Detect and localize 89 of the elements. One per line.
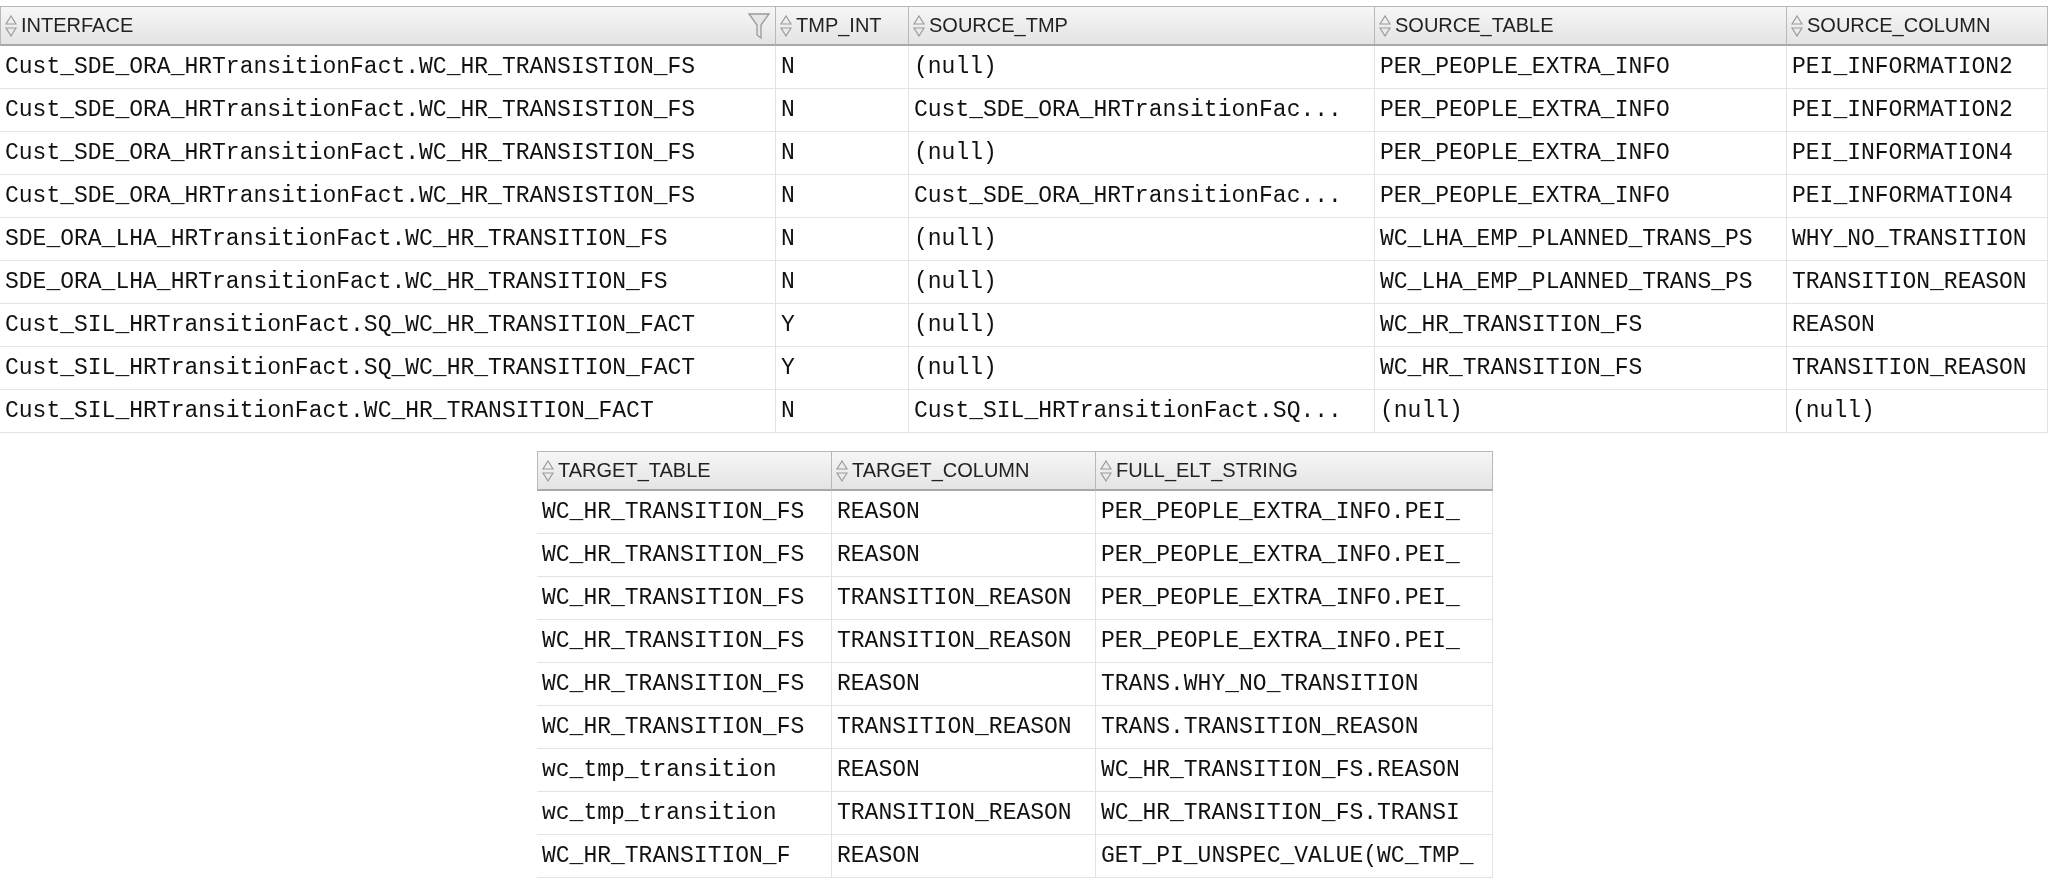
table-cell: PEI_INFORMATION2: [1787, 89, 2048, 132]
table-cell: wc_tmp_transition: [537, 749, 832, 792]
sort-icon: [1379, 14, 1391, 37]
table-cell: REASON: [832, 749, 1096, 792]
table-cell: wc_tmp_transition: [537, 792, 832, 835]
table-cell: Cust_SIL_HRTransitionFact.SQ_WC_HR_TRANSITION_FACT: [0, 347, 776, 390]
table-cell: GET_PI_UNSPEC_VALUE(WC_TMP_: [1096, 835, 1493, 878]
table-cell: Cust_SDE_ORA_HRTransitionFac...: [909, 89, 1375, 132]
table-cell: TRANS.WHY_NO_TRANSITION: [1096, 663, 1493, 706]
table-cell: PER_PEOPLE_EXTRA_INFO.PEI_: [1096, 534, 1493, 577]
table-cell: Cust_SDE_ORA_HRTransitionFact.WC_HR_TRANSISTION_FS: [0, 175, 776, 218]
column-header[interactable]: INTERFACE: [0, 6, 776, 46]
filter-icon[interactable]: [747, 10, 771, 41]
table-cell: (null): [1787, 390, 2048, 433]
table-cell: N: [776, 390, 909, 433]
table-cell: WC_HR_TRANSITION_FS.REASON: [1096, 749, 1493, 792]
table-cell: TRANSITION_REASON: [832, 792, 1096, 835]
table-cell: PER_PEOPLE_EXTRA_INFO: [1375, 46, 1787, 89]
table-cell: PEI_INFORMATION4: [1787, 175, 2048, 218]
sort-icon: [542, 459, 554, 482]
table-cell: TRANSITION_REASON: [1787, 347, 2048, 390]
table-cell: (null): [909, 347, 1375, 390]
table-cell: REASON: [832, 534, 1096, 577]
table-cell: REASON: [832, 835, 1096, 878]
column-header[interactable]: SOURCE_TABLE: [1375, 6, 1787, 46]
table-cell: (null): [1375, 390, 1787, 433]
table-cell: WC_HR_TRANSITION_FS: [537, 620, 832, 663]
table-cell: Cust_SDE_ORA_HRTransitionFact.WC_HR_TRANSISTION_FS: [0, 46, 776, 89]
table-cell: WHY_NO_TRANSITION: [1787, 218, 2048, 261]
sort-icon: [1791, 14, 1803, 37]
column-header[interactable]: SOURCE_TMP: [909, 6, 1375, 46]
table-cell: WC_HR_TRANSITION_FS: [537, 534, 832, 577]
table-cell: N: [776, 218, 909, 261]
table-cell: WC_HR_TRANSITION_FS: [1375, 347, 1787, 390]
table-cell: TRANS.TRANSITION_REASON: [1096, 706, 1493, 749]
table-cell: Cust_SDE_ORA_HRTransitionFact.WC_HR_TRANSISTION_FS: [0, 132, 776, 175]
table-cell: WC_HR_TRANSITION_FS: [537, 577, 832, 620]
table-cell: SDE_ORA_LHA_HRTransitionFact.WC_HR_TRANSITION_FS: [0, 261, 776, 304]
column-header[interactable]: TARGET_COLUMN: [832, 451, 1096, 491]
table-cell: WC_HR_TRANSITION_FS: [537, 663, 832, 706]
table-cell: PER_PEOPLE_EXTRA_INFO: [1375, 89, 1787, 132]
table-cell: (null): [909, 261, 1375, 304]
table-cell: TRANSITION_REASON: [1787, 261, 2048, 304]
table-cell: Cust_SDE_ORA_HRTransitionFac...: [909, 175, 1375, 218]
table-cell: N: [776, 175, 909, 218]
table-cell: WC_HR_TRANSITION_FS: [537, 706, 832, 749]
column-header[interactable]: FULL_ELT_STRING: [1096, 451, 1493, 491]
column-header[interactable]: SOURCE_COLUMN: [1787, 6, 2048, 46]
sort-icon: [1100, 459, 1112, 482]
table-cell: N: [776, 46, 909, 89]
column-header[interactable]: TMP_INT: [776, 6, 909, 46]
table-cell: SDE_ORA_LHA_HRTransitionFact.WC_HR_TRANSITION_FS: [0, 218, 776, 261]
table-cell: REASON: [832, 491, 1096, 534]
table-cell: WC_HR_TRANSITION_FS.TRANSI: [1096, 792, 1493, 835]
table-cell: (null): [909, 218, 1375, 261]
column-header[interactable]: TARGET_TABLE: [537, 451, 832, 491]
table-cell: Cust_SDE_ORA_HRTransitionFact.WC_HR_TRANSISTION_FS: [0, 89, 776, 132]
table-cell: Y: [776, 347, 909, 390]
table-cell: REASON: [832, 663, 1096, 706]
table-cell: Cust_SIL_HRTransitionFact.WC_HR_TRANSITION_FACT: [0, 390, 776, 433]
sort-icon: [913, 14, 925, 37]
table-cell: N: [776, 132, 909, 175]
table-cell: WC_HR_TRANSITION_F: [537, 835, 832, 878]
table-cell: N: [776, 89, 909, 132]
table-cell: PEI_INFORMATION2: [1787, 46, 2048, 89]
table-cell: PER_PEOPLE_EXTRA_INFO.PEI_: [1096, 577, 1493, 620]
table-cell: PER_PEOPLE_EXTRA_INFO.PEI_: [1096, 620, 1493, 663]
table-cell: WC_LHA_EMP_PLANNED_TRANS_PS: [1375, 261, 1787, 304]
table-cell: (null): [909, 46, 1375, 89]
table-cell: WC_LHA_EMP_PLANNED_TRANS_PS: [1375, 218, 1787, 261]
table-cell: Cust_SIL_HRTransitionFact.SQ...: [909, 390, 1375, 433]
table-cell: WC_HR_TRANSITION_FS: [537, 491, 832, 534]
sort-icon: [5, 14, 17, 37]
table-cell: WC_HR_TRANSITION_FS: [1375, 304, 1787, 347]
table-cell: TRANSITION_REASON: [832, 620, 1096, 663]
table-cell: TRANSITION_REASON: [832, 706, 1096, 749]
table-cell: Cust_SIL_HRTransitionFact.SQ_WC_HR_TRANSITION_FACT: [0, 304, 776, 347]
table-cell: Y: [776, 304, 909, 347]
table-cell: (null): [909, 132, 1375, 175]
table-cell: (null): [909, 304, 1375, 347]
table-cell: N: [776, 261, 909, 304]
table-cell: PER_PEOPLE_EXTRA_INFO: [1375, 132, 1787, 175]
table-cell: REASON: [1787, 304, 2048, 347]
table-cell: PER_PEOPLE_EXTRA_INFO: [1375, 175, 1787, 218]
table-cell: TRANSITION_REASON: [832, 577, 1096, 620]
sort-icon: [780, 14, 792, 37]
table-cell: PEI_INFORMATION4: [1787, 132, 2048, 175]
table-cell: PER_PEOPLE_EXTRA_INFO.PEI_: [1096, 491, 1493, 534]
sort-icon: [836, 459, 848, 482]
